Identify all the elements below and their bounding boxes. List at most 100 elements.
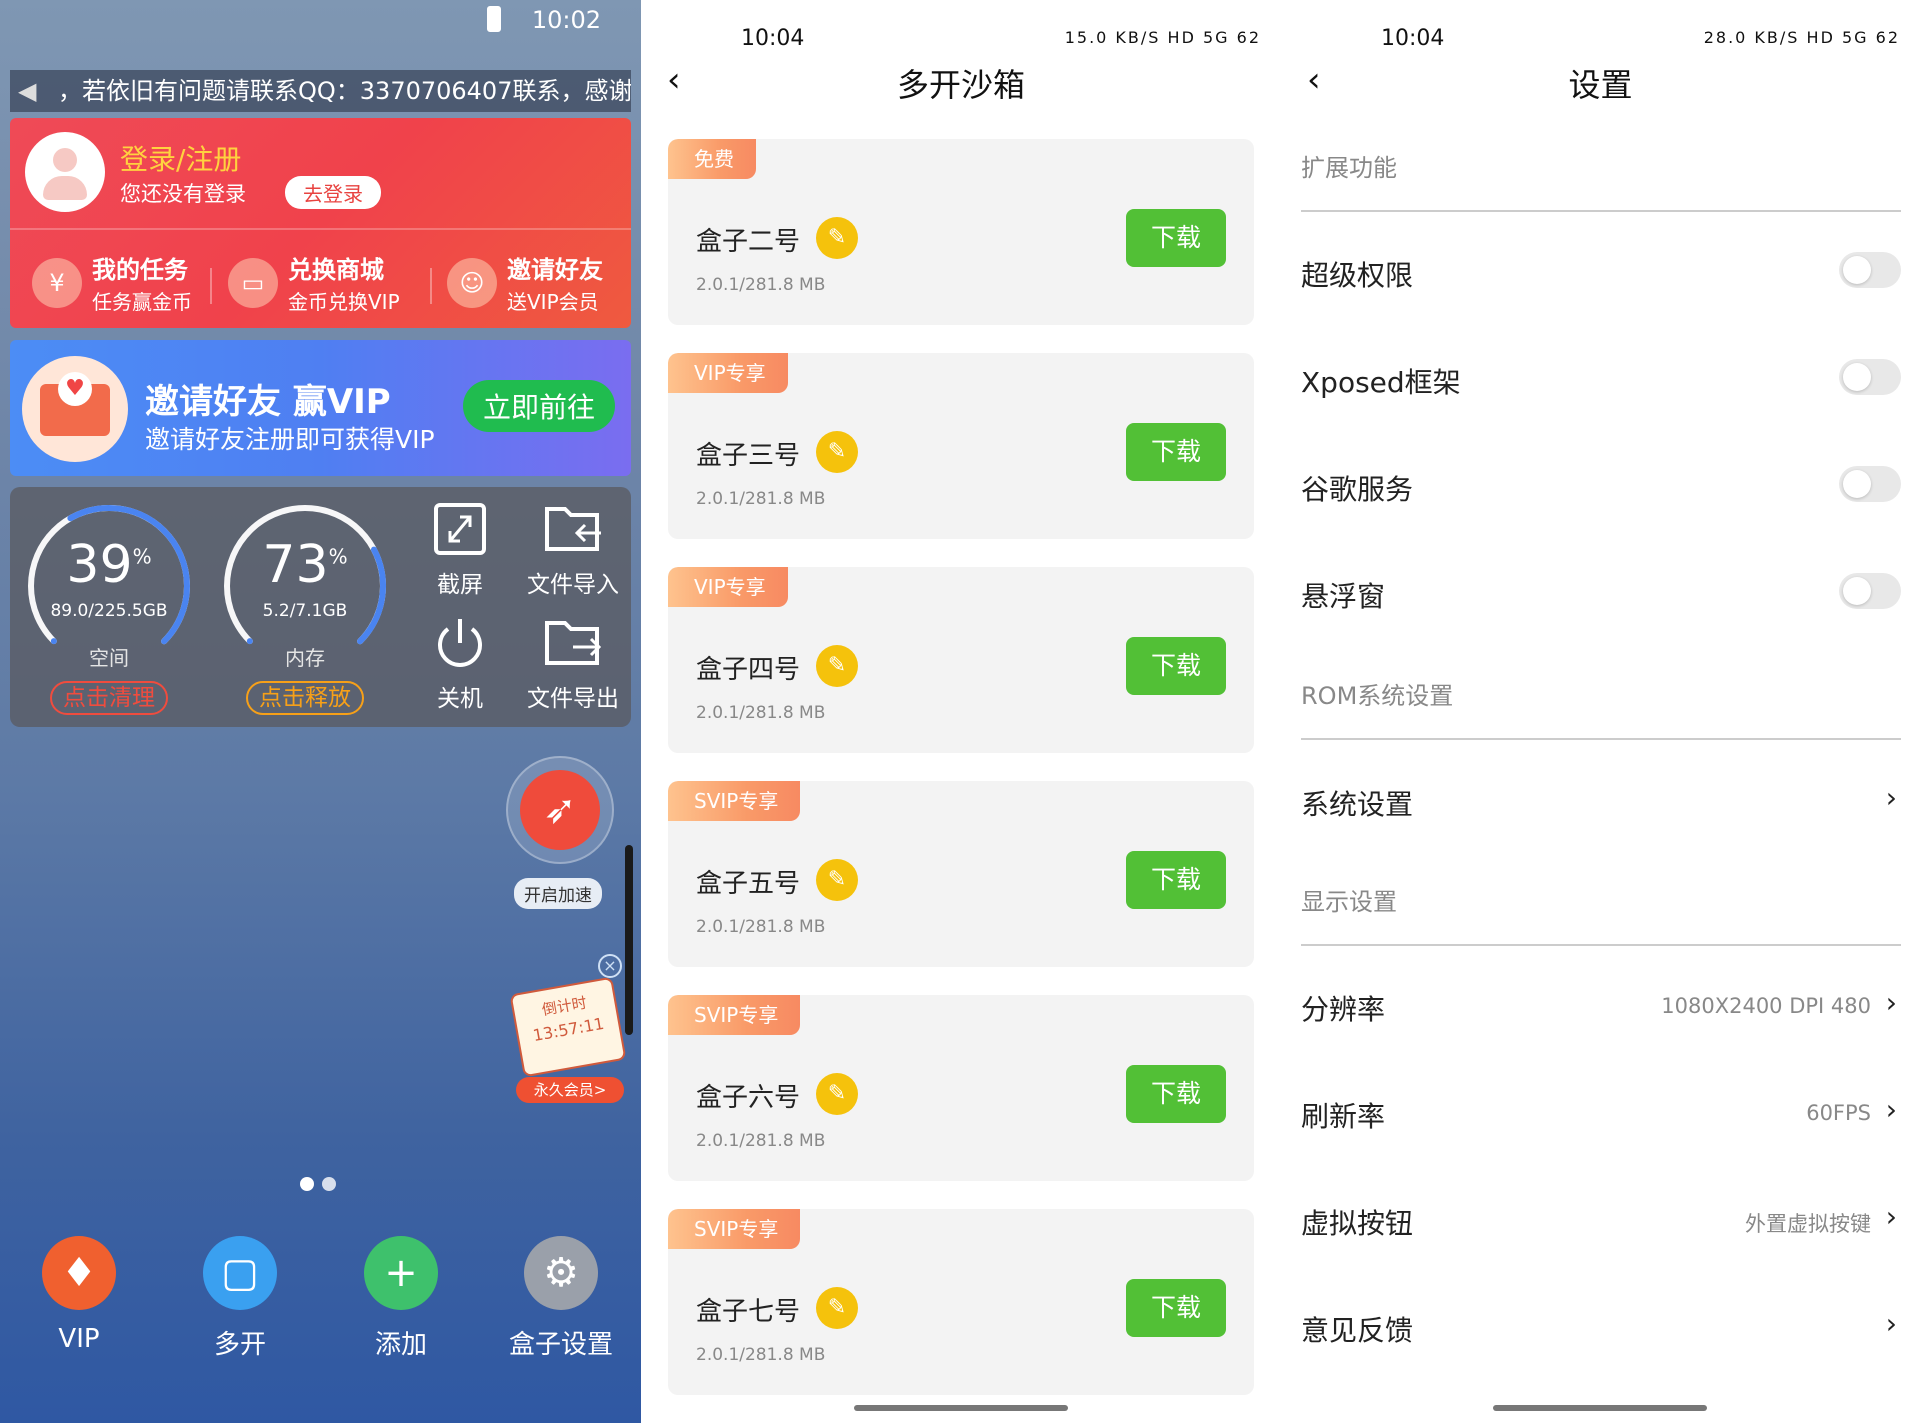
dock-vip[interactable]: ♦ VIP [14,1236,144,1354]
dock-label: 添加 [374,1330,427,1360]
setting-label: 刷新率 [1301,1100,1386,1133]
notice-text: ，若依旧有问题请联系QQ：3370706407联系，感谢 [58,77,631,105]
avatar[interactable] [25,132,105,212]
clean-button[interactable]: 点击清理 [50,681,168,715]
file-import-icon [545,507,601,551]
setting-label: 系统设置 [1301,788,1414,821]
scrollbar[interactable] [625,845,633,1035]
edit-icon[interactable]: ✎ [816,431,858,473]
chevron-right-icon: › [1885,1307,1897,1340]
divider [10,228,631,230]
rocket-boost-button[interactable] [506,756,614,864]
setting-label: 谷歌服务 [1301,473,1414,506]
divider [430,268,432,304]
setting-value: 外置虚拟按键 [1745,1212,1871,1236]
divider [210,268,212,304]
box-card: VIP专享 盒子四号 ✎ 2.0.1/281.8 MB 下载 [668,567,1254,753]
nav-bar: ‹ 设置 [1281,56,1920,116]
box-name: 盒子四号 [696,655,801,685]
download-button[interactable]: 下载 [1126,637,1226,695]
download-button[interactable]: 下载 [1126,1279,1226,1337]
toggle-switch[interactable] [1839,252,1901,288]
invite-title: 邀请好友 赢VIP [145,382,391,422]
home-indicator[interactable] [1493,1405,1707,1411]
download-button[interactable]: 下载 [1126,1065,1226,1123]
download-button[interactable]: 下载 [1126,423,1226,481]
dock-add[interactable]: + 添加 [336,1236,466,1361]
box-size: 2.0.1/281.8 MB [696,1131,826,1151]
setting-row-super-permission[interactable]: 超级权限 [1301,236,1901,308]
invite-subtitle: 邀请好友注册即可获得VIP [145,425,435,454]
setting-label: 意见反馈 [1301,1314,1414,1347]
exchange-shop-button[interactable]: ▭ 兑换商城 金币兑换VIP [216,248,426,318]
dock-box-settings[interactable]: ⚙ 盒子设置 [496,1236,626,1361]
download-button[interactable]: 下载 [1126,851,1226,909]
storage-detail: 89.0/225.5GB [50,601,168,621]
go-login-button[interactable]: 去登录 [285,176,381,209]
setting-row-system-settings[interactable]: 系统设置 › [1301,765,1901,837]
gift-envelope-icon [22,356,128,462]
tool-label: 文件导入 [527,572,619,598]
invite-friends-button[interactable]: ☺ 邀请好友 送VIP会员 [435,248,625,318]
shutdown-button[interactable]: 关机 [405,615,515,713]
chevron-right-icon: › [1885,1093,1897,1126]
box-tag: SVIP专享 [668,1209,801,1249]
screenshot-button[interactable]: 截屏 [405,501,515,599]
setting-row-resolution[interactable]: 分辨率 1080X2400 DPI 480 › [1301,970,1901,1042]
setting-row-refresh-rate[interactable]: 刷新率 60FPS › [1301,1077,1901,1149]
add-user-icon: ☺ [447,258,497,308]
setting-row-feedback[interactable]: 意见反馈 › [1301,1291,1901,1363]
edit-icon[interactable]: ✎ [816,1073,858,1115]
status-bar: 10:04 28.0 KB/S HD 5G 62 [1281,24,1920,60]
nav-bar: ‹ 多开沙箱 [641,56,1281,116]
quick-title: 邀请好友 [507,256,603,284]
toggle-switch[interactable] [1839,466,1901,502]
box-name: 盒子五号 [696,869,801,899]
add-icon: + [364,1236,438,1310]
dock-label: 盒子设置 [508,1330,613,1360]
login-register-link[interactable]: 登录/注册 [120,138,241,178]
setting-row-virtual-keys[interactable]: 虚拟按钮 外置虚拟按键 › [1301,1184,1901,1256]
section-header-display: 显示设置 [1301,882,1901,946]
invite-banner[interactable]: 邀请好友 赢VIP 邀请好友注册即可获得VIP 立即前往 [10,340,631,476]
setting-row-google-services[interactable]: 谷歌服务 [1301,450,1901,522]
file-export-button[interactable]: 文件导出 [518,615,628,713]
setting-value: 60FPS [1806,1101,1871,1125]
box-size: 2.0.1/281.8 MB [696,489,826,509]
storage-percent: 39% [66,535,152,595]
toggle-switch[interactable] [1839,573,1901,609]
home-indicator[interactable] [854,1405,1068,1411]
section-label: 显示设置 [1301,888,1397,916]
file-import-button[interactable]: 文件导入 [518,501,628,599]
box-card: SVIP专享 盒子六号 ✎ 2.0.1/281.8 MB 下载 [668,995,1254,1181]
box-tag: VIP专享 [668,353,788,393]
countdown-promo[interactable]: 倒计时 13:57:11 永久会员> [509,976,627,1105]
enable-boost-label[interactable]: 开启加速 [514,878,602,909]
setting-row-floating-window[interactable]: 悬浮窗 [1301,557,1901,629]
dock-multi-open[interactable]: ▢ 多开 [175,1236,305,1361]
status-time: 10:04 [1381,26,1445,51]
status-bar: 10:04 15.0 KB/S HD 5G 62 [641,24,1281,60]
toggle-switch[interactable] [1839,359,1901,395]
notice-marquee[interactable]: ◀︎ ，若依旧有问题请联系QQ：3370706407联系，感谢 [10,70,631,112]
tool-label: 文件导出 [527,686,619,712]
my-tasks-button[interactable]: ¥ 我的任务 任务赢金币 [20,248,210,318]
close-icon[interactable]: × [598,954,622,978]
setting-label: 虚拟按钮 [1301,1207,1414,1240]
setting-row-xposed[interactable]: Xposed框架 [1301,343,1901,415]
box-tag: SVIP专享 [668,995,801,1035]
release-button[interactable]: 点击释放 [246,681,364,715]
memory-detail: 5.2/7.1GB [262,601,348,621]
lifetime-member-button[interactable]: 永久会员> [516,1077,624,1103]
edit-icon[interactable]: ✎ [816,1287,858,1329]
battery-icon [487,6,501,32]
edit-icon[interactable]: ✎ [816,217,858,259]
dock-label: 多开 [213,1330,266,1360]
page-title: 多开沙箱 [896,66,1025,104]
storage-label: 空间 [89,646,129,670]
download-button[interactable]: 下载 [1126,209,1226,267]
edit-icon[interactable]: ✎ [816,859,858,901]
edit-icon[interactable]: ✎ [816,645,858,687]
status-time: 10:04 [741,26,805,51]
go-now-button[interactable]: 立即前往 [462,380,615,432]
